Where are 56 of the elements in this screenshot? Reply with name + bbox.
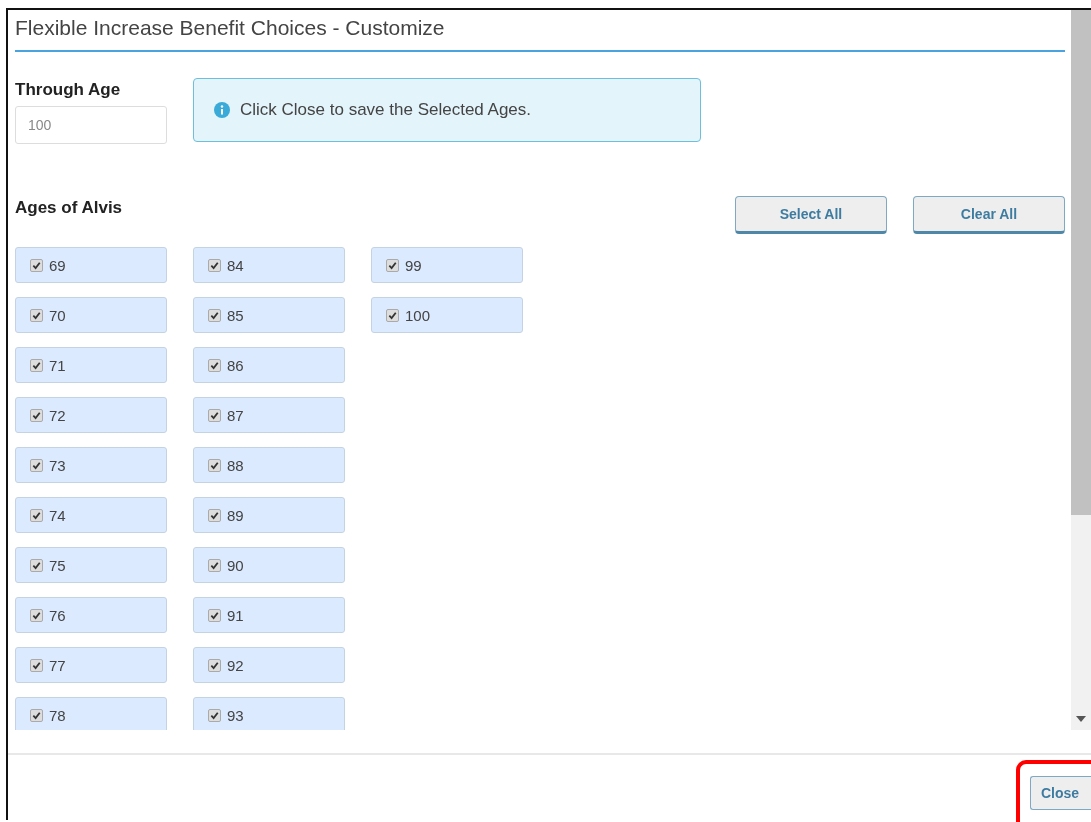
- checkbox[interactable]: [386, 258, 399, 272]
- checkbox[interactable]: [30, 358, 43, 372]
- scroll-down-icon[interactable]: [1076, 716, 1086, 722]
- checkbox[interactable]: [208, 458, 221, 472]
- age-option[interactable]: 76: [15, 597, 167, 633]
- field-label: Through Age: [15, 80, 122, 100]
- age-option[interactable]: 74: [15, 497, 167, 533]
- age-option[interactable]: 86: [193, 347, 345, 383]
- clear-all-button[interactable]: Clear All: [913, 196, 1065, 234]
- age-option[interactable]: 99: [371, 247, 523, 283]
- age-option[interactable]: 78: [15, 697, 167, 730]
- checkbox[interactable]: [30, 408, 43, 422]
- checkbox[interactable]: [386, 308, 399, 322]
- checkbox[interactable]: [30, 608, 43, 622]
- dialog-title: Flexible Increase Benefit Choices - Customize: [15, 10, 1065, 52]
- checkbox[interactable]: [30, 308, 43, 322]
- age-option[interactable]: 85: [193, 297, 345, 333]
- checkbox[interactable]: [30, 558, 43, 572]
- age-option[interactable]: 90: [193, 547, 345, 583]
- close-button[interactable]: Close: [1030, 776, 1091, 810]
- alert-message: Click Close to save the Selected Ages.: [240, 100, 532, 120]
- age-option[interactable]: 72: [15, 397, 167, 433]
- age-option[interactable]: 69: [15, 247, 167, 283]
- checkbox[interactable]: [30, 708, 43, 722]
- checkbox[interactable]: [208, 708, 221, 722]
- age-option[interactable]: 92: [193, 647, 345, 683]
- checkbox[interactable]: [208, 658, 221, 672]
- age-option[interactable]: 75: [15, 547, 167, 583]
- age-option[interactable]: 100: [371, 297, 523, 333]
- checkbox[interactable]: [30, 508, 43, 522]
- checkbox[interactable]: [208, 558, 221, 572]
- age-option[interactable]: 88: [193, 447, 345, 483]
- through-age-field[interactable]: 100: [15, 106, 167, 144]
- age-option[interactable]: 70: [15, 297, 167, 333]
- age-option[interactable]: 87: [193, 397, 345, 433]
- checkbox[interactable]: [30, 658, 43, 672]
- checkbox[interactable]: [30, 258, 43, 272]
- age-option[interactable]: 77: [15, 647, 167, 683]
- select-all-button[interactable]: Select All: [735, 196, 887, 234]
- age-option[interactable]: 71: [15, 347, 167, 383]
- section-heading: Ages of Alvis: [15, 198, 123, 218]
- checkbox[interactable]: [208, 258, 221, 272]
- checkbox[interactable]: [208, 408, 221, 422]
- checkbox[interactable]: [208, 308, 221, 322]
- scrollbar-thumb[interactable]: [1071, 10, 1091, 515]
- age-option[interactable]: 84: [193, 247, 345, 283]
- checkbox[interactable]: [208, 608, 221, 622]
- info-icon: [214, 102, 230, 118]
- age-option[interactable]: 91: [193, 597, 345, 633]
- scrollbar[interactable]: [1071, 10, 1091, 730]
- checkbox[interactable]: [208, 508, 221, 522]
- checkbox[interactable]: [208, 358, 221, 372]
- age-option[interactable]: 93: [193, 697, 345, 730]
- age-option[interactable]: 73: [15, 447, 167, 483]
- age-option[interactable]: 89: [193, 497, 345, 533]
- checkbox[interactable]: [30, 458, 43, 472]
